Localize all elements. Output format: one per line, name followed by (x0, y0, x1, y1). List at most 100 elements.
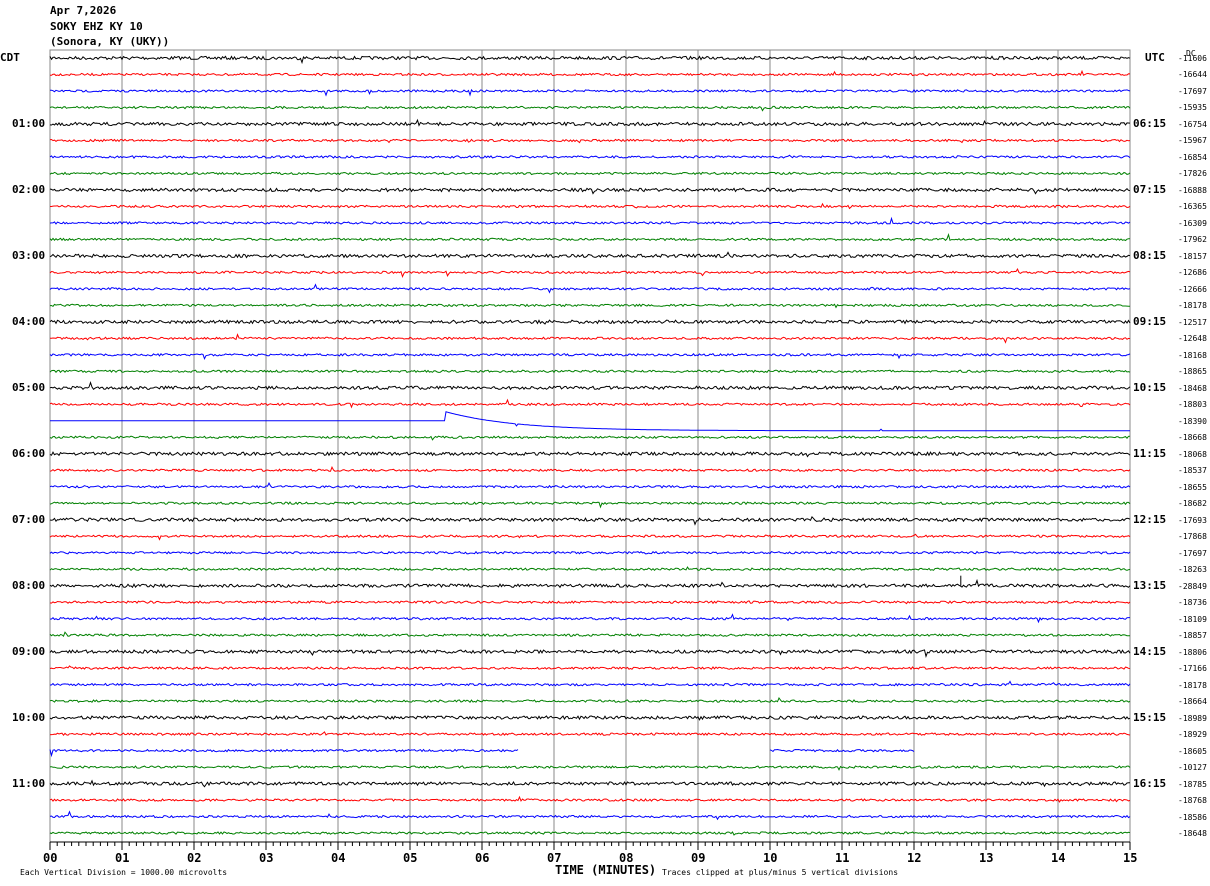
dc-offset: -12666 (1178, 285, 1207, 294)
dc-offset: -18157 (1178, 252, 1207, 261)
x-tick-label: 13 (979, 851, 993, 865)
dc-offset: -18537 (1178, 466, 1207, 475)
trace-row-6 (50, 155, 1130, 158)
trace-row-44 (50, 781, 1130, 787)
x-tick-label: 04 (331, 851, 345, 865)
trace-row-23 (50, 436, 1130, 440)
x-tick-label: 10 (763, 851, 777, 865)
right-hour-label: 10:15 (1133, 381, 1166, 394)
dc-offset: -16644 (1178, 70, 1207, 79)
trace-row-5 (50, 139, 1130, 142)
dc-offset: -17166 (1178, 664, 1207, 673)
dc-offset: -18263 (1178, 565, 1207, 574)
dc-offset: -17826 (1178, 169, 1207, 178)
dc-offset: -18648 (1178, 829, 1207, 838)
trace-row-21 (50, 400, 1130, 407)
trace-row-22 (50, 412, 1130, 431)
dc-offset: -18785 (1178, 780, 1207, 789)
dc-offset: -18068 (1178, 450, 1207, 459)
trace-row-35 (50, 632, 1130, 636)
trace-row-12 (50, 252, 1130, 257)
trace-row-19 (50, 370, 1130, 372)
right-hour-label: 11:15 (1133, 447, 1166, 460)
trace-row-8 (50, 188, 1130, 193)
trace-row-25 (50, 467, 1130, 471)
trace-row-45 (50, 797, 1130, 802)
right-hour-label: 14:15 (1133, 645, 1166, 658)
scale-note: Each Vertical Division = 1000.00 microvo… (20, 868, 227, 877)
dc-offset: -17697 (1178, 87, 1207, 96)
dc-offset: -18865 (1178, 367, 1207, 376)
left-hour-label: 11:00 (12, 777, 45, 790)
dc-offset: -18929 (1178, 730, 1207, 739)
trace-row-7 (50, 172, 1130, 174)
trace-row-30 (50, 552, 1130, 554)
trace-row-37 (50, 666, 1130, 669)
dc-offset: -18857 (1178, 631, 1207, 640)
left-hour-label: 04:00 (12, 315, 45, 328)
trace-row-28 (50, 517, 1130, 524)
dc-offset: -18989 (1178, 714, 1207, 723)
dc-offset: -18664 (1178, 697, 1207, 706)
dc-offset: -16854 (1178, 153, 1207, 162)
plot-frame (50, 50, 1130, 842)
right-hour-label: 15:15 (1133, 711, 1166, 724)
clip-note: Traces clipped at plus/minus 5 vertical … (662, 868, 898, 877)
trace-row-32 (50, 581, 1130, 588)
left-hour-label: 01:00 (12, 117, 45, 130)
trace-row-20 (50, 383, 1130, 390)
right-hour-label: 08:15 (1133, 249, 1166, 262)
dc-offset: -18655 (1178, 483, 1207, 492)
x-tick-label: 00 (43, 851, 57, 865)
trace-row-27 (50, 502, 1130, 507)
right-hour-label: 16:15 (1133, 777, 1166, 790)
dc-offset: -10127 (1178, 763, 1207, 772)
dc-offset: -18682 (1178, 499, 1207, 508)
dc-offset: -18668 (1178, 433, 1207, 442)
trace-row-3 (50, 106, 1130, 110)
dc-offset: -18768 (1178, 796, 1207, 805)
left-hour-label: 03:00 (12, 249, 45, 262)
dc-offset: -17962 (1178, 235, 1207, 244)
dc-offset: -18736 (1178, 598, 1207, 607)
trace-row-10 (50, 219, 1130, 225)
dc-offset: -15935 (1178, 103, 1207, 112)
trace-row-29 (50, 534, 1130, 539)
trace-row-0 (50, 56, 1130, 62)
trace-row-17 (50, 335, 1130, 343)
dc-offset: -28849 (1178, 582, 1207, 591)
dc-offset: -18168 (1178, 351, 1207, 360)
x-tick-label: 06 (475, 851, 489, 865)
right-hour-label: 12:15 (1133, 513, 1166, 526)
trace-row-13 (50, 269, 1130, 277)
trace-row-36 (50, 650, 1130, 656)
trace-row-26 (50, 483, 1130, 488)
trace-row-18 (50, 354, 1130, 359)
trace-row-16 (50, 320, 1130, 324)
dc-offset: -12517 (1178, 318, 1207, 327)
trace-row-24 (50, 452, 1130, 457)
dc-offset: -17868 (1178, 532, 1207, 541)
right-hour-label: 13:15 (1133, 579, 1166, 592)
dc-offset: -18178 (1178, 301, 1207, 310)
x-tick-label: 14 (1051, 851, 1065, 865)
left-hour-label: 08:00 (12, 579, 45, 592)
x-tick-label: 01 (115, 851, 129, 865)
dc-offset: -18806 (1178, 648, 1207, 657)
trace-row-33 (50, 601, 1130, 604)
dc-offset: -12648 (1178, 334, 1207, 343)
right-hour-label: 09:15 (1133, 315, 1166, 328)
left-hour-label: 09:00 (12, 645, 45, 658)
trace-row-14 (50, 285, 1130, 293)
helicorder-plot (0, 0, 1210, 886)
dc-offset: -18109 (1178, 615, 1207, 624)
dc-offset: -12686 (1178, 268, 1207, 277)
trace-row-15 (50, 304, 1130, 307)
trace-row-43 (50, 766, 1130, 770)
dc-offset: -16754 (1178, 120, 1207, 129)
trace-row-4 (50, 120, 1130, 126)
dc-offset: -16888 (1178, 186, 1207, 195)
x-tick-label: 03 (259, 851, 273, 865)
dc-offset: -18390 (1178, 417, 1207, 426)
trace-row-1 (50, 71, 1130, 75)
